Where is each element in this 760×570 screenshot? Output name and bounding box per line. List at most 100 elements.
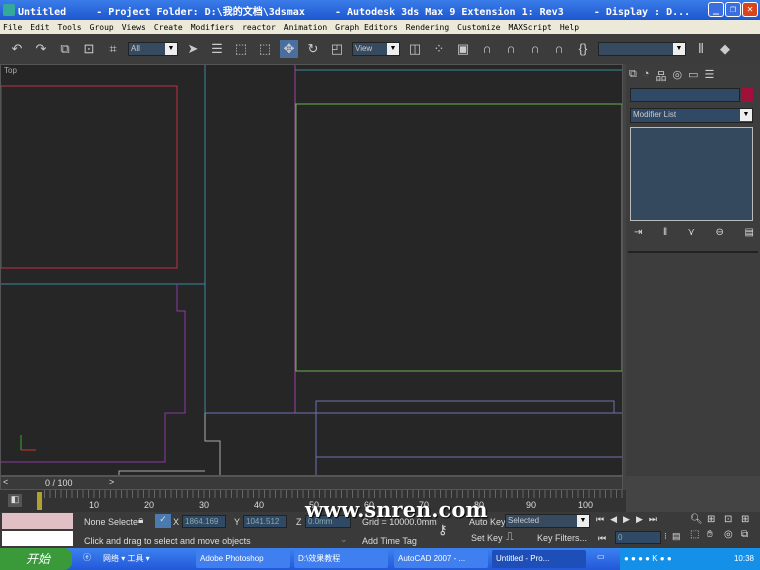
utilities-tab-icon[interactable]: ☰ [705, 68, 715, 84]
select-by-name-icon[interactable]: ☰ [208, 40, 226, 58]
rectangular-selection-icon[interactable]: ⬚ [232, 40, 250, 58]
app-icon[interactable] [3, 4, 15, 16]
show-end-result-icon[interactable]: ‖ [663, 227, 667, 238]
maximize-viewport-icon[interactable]: ⧉ [741, 529, 758, 540]
object-color-swatch[interactable] [741, 88, 753, 102]
configure-modifier-sets-icon[interactable]: ▤ [745, 227, 754, 238]
keyboard-shortcut-override-icon[interactable]: ▣ [454, 40, 472, 58]
create-tab-icon[interactable]: ⧉ [629, 68, 637, 84]
angle-snap-icon[interactable]: ∩ [502, 40, 520, 58]
link-icon[interactable]: ⧉ [56, 40, 74, 58]
task-3dsmax[interactable]: Untitled - Pro... [492, 550, 586, 568]
unlink-icon[interactable]: ⊡ [80, 40, 98, 58]
remove-modifier-icon[interactable]: ⊖ [716, 227, 724, 238]
time-tag-chevron-icon[interactable]: ⌄ [340, 534, 348, 545]
selection-filter-dropdown[interactable]: All ▼ [128, 42, 178, 56]
key-filters-button[interactable]: Key Filters... [537, 533, 587, 543]
maxscript-listener-white[interactable] [2, 531, 73, 546]
window-crossing-icon[interactable]: ⬚ [256, 40, 274, 58]
pan-icon[interactable]: ✋︎ [707, 529, 724, 540]
menu-customize[interactable]: Customize [457, 23, 500, 32]
menu-tools[interactable]: Tools [58, 23, 82, 32]
tray-icons[interactable]: ● ● ● ● K ● ● [624, 554, 672, 563]
quicklaunch-menus[interactable]: 网络 ▾ 工具 ▾ [103, 553, 150, 564]
rotate-icon[interactable]: ↻ [304, 40, 322, 58]
zoom-all-icon[interactable]: ⊞ [707, 514, 724, 525]
arc-rotate-icon[interactable]: ◎ [724, 529, 741, 540]
reference-coordinate-dropdown[interactable]: View ▼ [352, 42, 400, 56]
lock-selection-icon[interactable]: 🔒︎ [138, 515, 143, 526]
bind-space-warp-icon[interactable]: ⌗ [104, 40, 122, 58]
viewport-top[interactable] [0, 64, 623, 476]
menu-animation[interactable]: Animation [284, 23, 327, 32]
add-time-tag-button[interactable]: Add Time Tag [362, 536, 417, 546]
modifier-list-dropdown[interactable]: Modifier List ▼ [630, 108, 753, 123]
time-configuration-icon[interactable]: ▤ [672, 531, 681, 542]
move-icon[interactable]: ✥ [280, 40, 298, 58]
menu-edit[interactable]: Edit [30, 23, 49, 32]
menu-create[interactable]: Create [154, 23, 183, 32]
edit-named-selection-icon[interactable]: {} [574, 40, 592, 58]
frame-spinner[interactable]: ⁝ [664, 531, 667, 542]
select-manipulate-icon[interactable]: ⁘ [430, 40, 448, 58]
next-frame-button[interactable]: > [109, 477, 114, 487]
zoom-extents-all-icon[interactable]: ⊞ [741, 514, 758, 525]
current-frame-marker[interactable] [37, 492, 42, 510]
set-key-button[interactable]: Set Key [471, 533, 503, 543]
align-icon[interactable]: ◆ [716, 40, 734, 58]
named-selection-dropdown[interactable]: ▼ [598, 42, 686, 56]
modifier-stack[interactable] [630, 127, 753, 221]
time-slider[interactable]: < 0 / 100 > [0, 476, 623, 490]
menu-file[interactable]: File [3, 23, 22, 32]
hierarchy-tab-icon[interactable]: 品 [656, 68, 667, 84]
start-button[interactable]: 开始 [0, 548, 72, 570]
zoom-extents-icon[interactable]: ⊡ [724, 514, 741, 525]
menu-maxscript[interactable]: MAXScript [509, 23, 552, 32]
redo-icon[interactable]: ↷ [32, 40, 50, 58]
zoom-icon[interactable]: 🔍︎ [690, 514, 707, 525]
prev-frame-button[interactable]: < [3, 477, 8, 487]
key-mode-toggle-icon[interactable]: ⏮ [598, 533, 606, 544]
viewport-label[interactable]: Top [4, 66, 17, 75]
object-name-field[interactable] [630, 88, 740, 102]
percent-snap-icon[interactable]: ∩ [526, 40, 544, 58]
menu-views[interactable]: Views [122, 23, 146, 32]
task-photoshop[interactable]: Adobe Photoshop [196, 550, 290, 568]
make-unique-icon[interactable]: ⋎ [688, 227, 695, 238]
current-frame-field[interactable]: 0 [615, 531, 661, 544]
menu-help[interactable]: Help [560, 23, 579, 32]
restore-button[interactable]: ❐ [725, 2, 741, 17]
scale-icon[interactable]: ◰ [328, 40, 346, 58]
maxscript-listener-pink[interactable] [2, 513, 73, 529]
absolute-mode-icon[interactable]: ✓ [155, 514, 171, 528]
mirror-icon[interactable]: ⫴ [692, 40, 710, 58]
key-tangent-icon[interactable]: ⎍ [506, 531, 514, 544]
menu-reactor[interactable]: reactor [242, 23, 276, 32]
pivot-center-icon[interactable]: ◫ [406, 40, 424, 58]
spinner-snap-icon[interactable]: ∩ [550, 40, 568, 58]
y-coordinate-field[interactable]: 1041.512 [243, 515, 287, 528]
play-icon[interactable]: ▶ [623, 514, 630, 525]
go-to-start-icon[interactable]: ⏮ [596, 514, 604, 525]
ie-icon[interactable]: ⓔ [83, 552, 91, 563]
menu-rendering[interactable]: Rendering [406, 23, 449, 32]
show-desktop-icon[interactable]: ▭ [597, 552, 605, 561]
snap-toggle-icon[interactable]: ∩ [478, 40, 496, 58]
task-folder[interactable]: D:\效果教程 [294, 550, 388, 568]
select-object-icon[interactable]: ➤ [184, 40, 202, 58]
pin-stack-icon[interactable]: ⇥ [634, 227, 642, 238]
task-autocad[interactable]: AutoCAD 2007 - ... [394, 550, 488, 568]
minimize-button[interactable]: _ [708, 2, 724, 17]
close-button[interactable]: ✕ [742, 2, 758, 17]
mini-curve-editor-icon[interactable]: ◧ [8, 494, 22, 507]
next-frame-icon[interactable]: ▶ [636, 514, 643, 525]
display-tab-icon[interactable]: ▭ [688, 68, 698, 84]
motion-tab-icon[interactable]: ◎ [673, 68, 683, 84]
region-zoom-icon[interactable]: ⬚ [690, 529, 707, 540]
go-to-end-icon[interactable]: ⏭ [649, 514, 657, 525]
menu-graph-editors[interactable]: Graph Editors [335, 23, 398, 32]
menu-modifiers[interactable]: Modifiers [191, 23, 234, 32]
undo-icon[interactable]: ↶ [8, 40, 26, 58]
modify-tab-icon[interactable]: ◔ [643, 68, 650, 84]
previous-frame-icon[interactable]: ◀ [610, 514, 617, 525]
